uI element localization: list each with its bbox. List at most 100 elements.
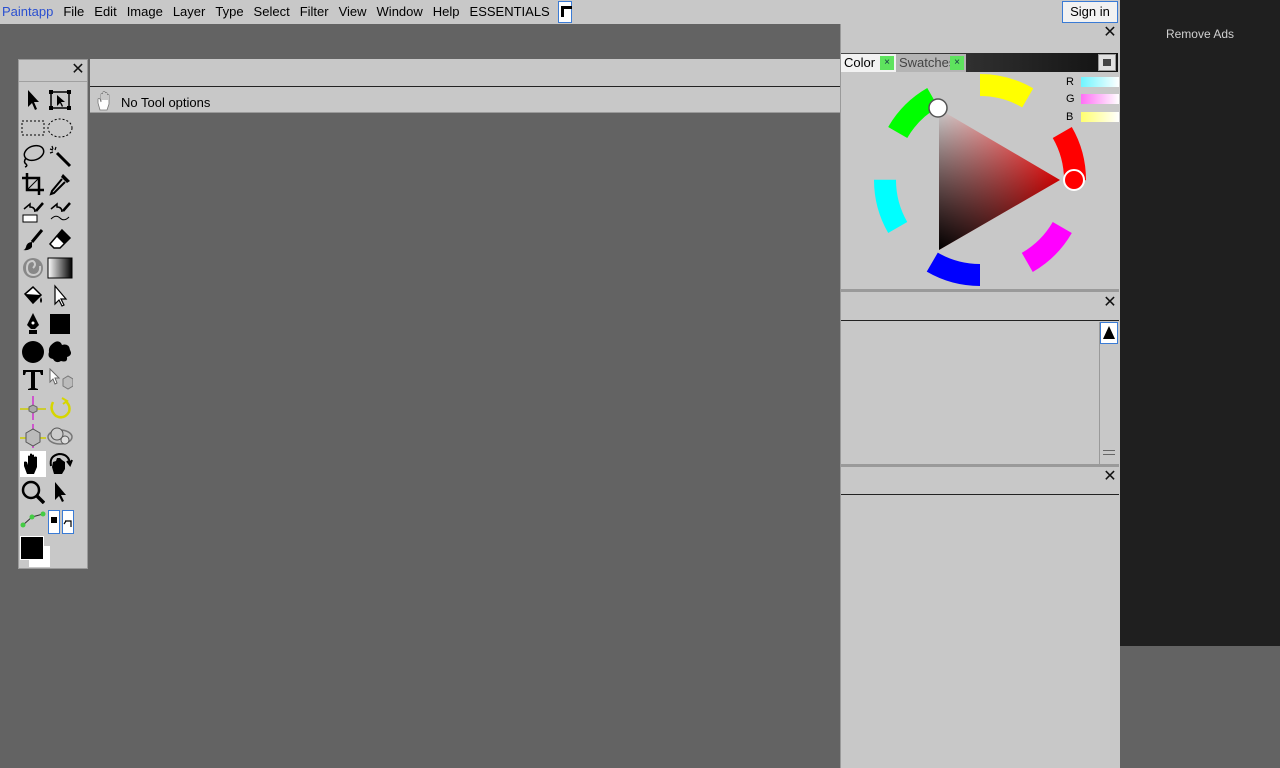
ads-panel: Remove Ads — [1120, 0, 1280, 646]
type-tool[interactable] — [20, 367, 46, 393]
rotate-hand-icon — [49, 452, 73, 474]
tab-swatches-label: Swatches — [899, 55, 956, 70]
app-brand[interactable]: Paintapp — [0, 0, 58, 24]
transform-tool[interactable] — [47, 87, 73, 113]
triangle-picker-handle[interactable] — [928, 98, 948, 118]
arrow-cursor-icon — [28, 90, 39, 110]
eyedropper-tool[interactable] — [47, 171, 73, 197]
tools-panel: ✕ — [18, 59, 88, 569]
custom-shape-tool[interactable] — [47, 339, 73, 365]
3d-move-tool[interactable] — [20, 395, 46, 421]
paint-bucket-tool[interactable] — [20, 283, 46, 309]
scroll-up-button[interactable] — [1100, 322, 1118, 344]
hollow-arrow-icon — [54, 284, 68, 307]
tools-panel-titlebar[interactable]: ✕ — [19, 60, 87, 82]
panel-2-close-icon[interactable]: ✕ — [1103, 295, 1117, 311]
3d-orbit-tool[interactable] — [47, 423, 73, 449]
menu-file[interactable]: File — [58, 0, 89, 24]
color-panel-menu-button[interactable] — [1098, 54, 1116, 71]
channel-b-bar[interactable] — [1081, 112, 1119, 122]
path-edit-tool[interactable] — [20, 507, 46, 531]
channel-g-bar[interactable] — [1081, 94, 1119, 104]
tab-swatches-close-icon[interactable]: × — [950, 56, 964, 70]
tools-panel-close-icon[interactable]: ✕ — [71, 62, 85, 78]
hand-tool-icon — [97, 91, 110, 111]
color-wheel[interactable] — [872, 72, 1088, 288]
paintbrush-icon — [23, 229, 44, 251]
menu-bar: Paintapp File Edit Image Layer Type Sele… — [0, 0, 840, 24]
remove-ads-link[interactable]: Remove Ads — [1120, 27, 1280, 41]
menu-edit[interactable]: Edit — [89, 0, 121, 24]
clone-stamp-tool[interactable] — [20, 199, 46, 225]
clone-brush-icon — [22, 202, 44, 223]
tab-color-close-icon[interactable]: × — [880, 56, 894, 70]
tool-options-label: No Tool options — [121, 95, 211, 110]
magic-wand-icon — [49, 145, 72, 168]
swap-arrow-icon — [63, 520, 72, 527]
healing-brush-icon — [50, 202, 71, 221]
menu-filter[interactable]: Filter — [295, 0, 334, 24]
brush-tool[interactable] — [20, 227, 46, 253]
pointer-tool[interactable] — [47, 479, 73, 505]
tab-color[interactable]: Color × — [841, 54, 896, 72]
menu-select[interactable]: Select — [249, 0, 295, 24]
gradient-icon — [47, 257, 73, 279]
hue-picker-handle[interactable] — [1063, 169, 1085, 191]
smudge-tool[interactable] — [20, 255, 46, 281]
default-colors-icon — [51, 517, 57, 523]
panel-3-close-icon[interactable]: ✕ — [1103, 469, 1117, 485]
gradient-tool[interactable] — [47, 255, 73, 281]
default-colors-button[interactable] — [48, 510, 60, 534]
sign-in-button[interactable]: Sign in — [1062, 1, 1118, 23]
zoom-tool[interactable] — [20, 479, 46, 505]
pen-tool[interactable] — [20, 311, 46, 337]
color-panel-tabs: Color × Swatches × — [841, 53, 1118, 72]
rect-select-tool[interactable] — [20, 115, 46, 141]
scale-cube-icon — [20, 424, 46, 448]
tool-options-bar: No Tool options — [90, 59, 840, 113]
channel-r-bar[interactable] — [1081, 77, 1119, 87]
eyedropper-icon — [49, 174, 70, 196]
rotate-view-tool[interactable] — [47, 451, 73, 477]
direct-select-tool[interactable] — [47, 283, 73, 309]
menu-layer[interactable]: Layer — [168, 0, 211, 24]
workspace-toggle-button[interactable] — [557, 1, 572, 23]
ellipse-select-tool[interactable] — [47, 115, 73, 141]
magnifier-icon — [21, 480, 45, 504]
right-panels-close-icon[interactable]: ✕ — [1103, 25, 1117, 41]
healing-brush-tool[interactable] — [47, 199, 73, 225]
paint-bucket-icon — [23, 285, 43, 305]
transform-icon — [49, 90, 71, 110]
swap-colors-button[interactable] — [62, 510, 74, 534]
tab-swatches[interactable]: Swatches × — [896, 54, 966, 72]
menu-view[interactable]: View — [334, 0, 372, 24]
menu-type[interactable]: Type — [210, 0, 248, 24]
lasso-tool[interactable] — [20, 143, 46, 169]
3d-select-tool[interactable] — [47, 367, 73, 393]
menu-help[interactable]: Help — [428, 0, 465, 24]
orbit-camera-icon — [47, 427, 73, 445]
crop-tool[interactable] — [20, 171, 46, 197]
resize-grip-icon[interactable] — [1103, 450, 1115, 455]
panel-separator — [841, 289, 1119, 292]
channel-r-label: R — [1066, 76, 1074, 88]
foreground-color-swatch[interactable] — [20, 536, 44, 560]
filled-circle-icon — [22, 341, 44, 363]
triangle-shade — [939, 109, 1060, 250]
workspace-essentials[interactable]: ESSENTIALS — [465, 0, 555, 24]
eraser-tool[interactable] — [47, 227, 73, 253]
panel-3-divider — [841, 494, 1119, 495]
magic-wand-tool[interactable] — [47, 143, 73, 169]
3d-scale-tool[interactable] — [20, 423, 46, 449]
swirl-icon — [23, 258, 43, 278]
hand-tool[interactable] — [20, 451, 46, 477]
move-tool[interactable] — [20, 87, 46, 113]
menu-window[interactable]: Window — [372, 0, 428, 24]
rectangle-shape-tool[interactable] — [47, 311, 73, 337]
ellipse-marquee-icon — [47, 118, 73, 138]
ellipse-shape-tool[interactable] — [20, 339, 46, 365]
filled-square-icon — [50, 314, 70, 334]
pen-nib-icon — [27, 313, 39, 334]
3d-rotate-tool[interactable] — [47, 395, 73, 421]
menu-image[interactable]: Image — [122, 0, 168, 24]
